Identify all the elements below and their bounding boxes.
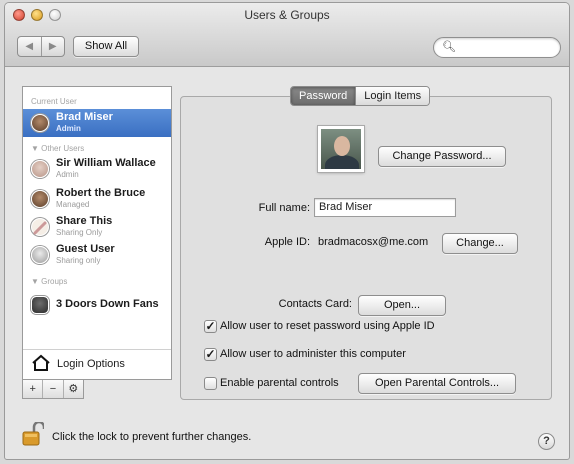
apple-id-label: Apple ID: [264, 236, 310, 248]
user-role: Sharing only [56, 256, 101, 265]
user-row-brad-miser[interactable]: Brad Miser Admin [23, 109, 171, 137]
user-avatar [31, 114, 49, 132]
user-row-sir-william-wallace[interactable]: Sir William Wallace Admin [23, 155, 171, 183]
window-title: Users & Groups [244, 8, 330, 22]
sidebar-divider [23, 349, 171, 350]
help-button[interactable]: ? [538, 433, 555, 450]
user-role: Managed [56, 200, 90, 209]
empty-checkbox[interactable] [204, 377, 217, 390]
title-bar: Users & Groups ◀ ▶ Show All 🔍︎ [5, 3, 569, 67]
contacts-card-label: Contacts Card: [278, 298, 352, 310]
user-name: Brad Miser [56, 111, 113, 123]
user-row-guest-user[interactable]: Guest User Sharing only [23, 241, 171, 269]
group-icon [31, 296, 49, 314]
add-user-button[interactable]: + [23, 380, 42, 398]
user-avatar [31, 190, 49, 208]
login-options-label: Login Options [57, 358, 125, 370]
user-role: Admin [56, 124, 81, 133]
current-user-header: Current User [31, 97, 77, 106]
group-name: 3 Doors Down Fans [56, 298, 159, 310]
back-forward-control: ◀ ▶ [17, 36, 65, 57]
groups-header: ▼ Groups [31, 277, 68, 286]
user-name: Share This [56, 215, 113, 227]
user-list: Current User Brad Miser Admin ▼ Other Us… [22, 86, 172, 380]
sidebar-tools: + − ⚙ [22, 380, 84, 399]
tab-login-items[interactable]: Login Items [355, 87, 430, 105]
apple-id-value: bradmacosx@me.com [318, 236, 429, 248]
search-field[interactable]: 🔍︎ [433, 37, 561, 58]
checkbox-label: Allow user to reset password using Apple… [220, 320, 435, 332]
checkmark-icon[interactable]: ✓ [204, 348, 217, 361]
sharing-user-icon [31, 218, 49, 236]
lock-message: Click the lock to prevent further change… [52, 431, 252, 443]
change-password-button[interactable]: Change Password... [378, 146, 506, 167]
user-avatar [31, 160, 49, 178]
forward-chevron-icon[interactable]: ▶ [40, 37, 65, 56]
change-apple-id-button[interactable]: Change... [442, 233, 518, 254]
user-picture[interactable] [318, 126, 364, 172]
user-row-share-this[interactable]: Share This Sharing Only [23, 213, 171, 241]
other-users-header: ▼ Other Users [31, 144, 85, 153]
checkbox-label: Enable parental controls [220, 377, 339, 389]
open-contacts-card-button[interactable]: Open... [358, 295, 446, 316]
tab-password[interactable]: Password [291, 87, 356, 105]
full-name-field[interactable]: Brad Miser [314, 198, 456, 217]
back-chevron-icon[interactable]: ◀ [18, 37, 41, 56]
group-row-3-doors-down-fans[interactable]: 3 Doors Down Fans [23, 291, 171, 319]
checkbox-label: Allow user to administer this computer [220, 348, 406, 360]
house-icon [32, 354, 50, 371]
guest-user-icon [31, 246, 49, 264]
show-all-button[interactable]: Show All [73, 36, 139, 57]
parental-controls-checkbox-row[interactable]: Enable parental controls [204, 376, 354, 392]
tab-bar: Password Login Items [290, 86, 431, 106]
user-name: Guest User [56, 243, 115, 255]
lock-icon[interactable] [22, 422, 44, 446]
user-name: Sir William Wallace [56, 157, 156, 169]
checkmark-icon[interactable]: ✓ [204, 320, 217, 333]
search-input[interactable] [456, 40, 554, 55]
open-parental-controls-button[interactable]: Open Parental Controls... [358, 373, 516, 394]
gear-icon[interactable]: ⚙ [62, 380, 83, 398]
user-name: Robert the Bruce [56, 187, 146, 199]
user-role: Admin [56, 170, 79, 179]
user-row-robert-the-bruce[interactable]: Robert the Bruce Managed [23, 185, 171, 213]
reset-password-checkbox-row[interactable]: ✓ Allow user to reset password using App… [204, 319, 476, 335]
remove-user-button[interactable]: − [42, 380, 62, 398]
user-role: Sharing Only [56, 228, 103, 237]
search-icon: 🔍︎ [442, 41, 456, 53]
administer-computer-checkbox-row[interactable]: ✓ Allow user to administer this computer [204, 347, 444, 363]
full-name-label: Full name: [258, 202, 310, 214]
